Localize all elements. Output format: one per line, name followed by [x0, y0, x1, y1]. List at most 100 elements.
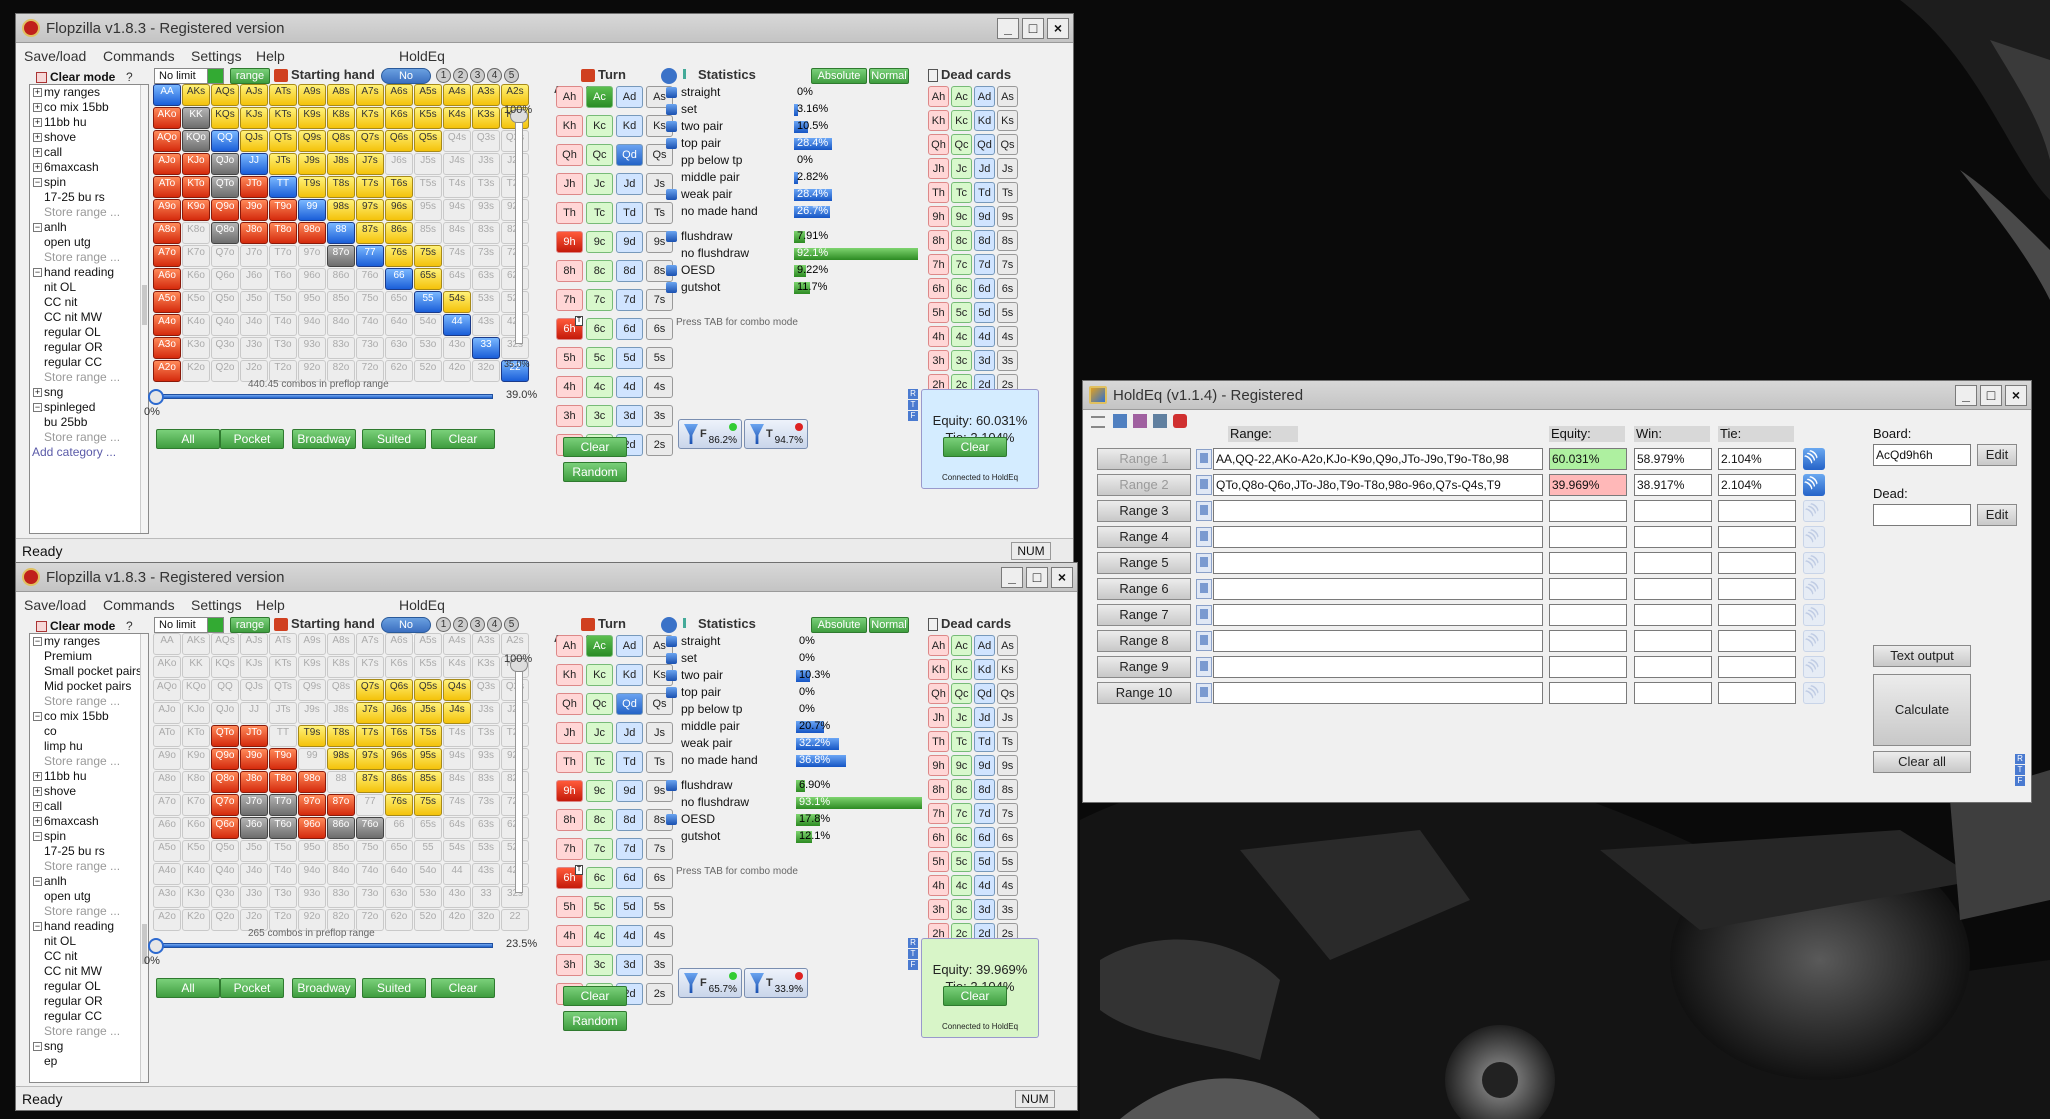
tree-category[interactable]: + call [30, 799, 148, 814]
hand-cell[interactable]: T8o [269, 771, 297, 793]
hand-cell[interactable]: 85o [327, 291, 355, 313]
hand-cell[interactable]: J6s [385, 153, 413, 175]
tree-category[interactable]: − sng [30, 1039, 148, 1054]
hand-cell[interactable]: 43s [472, 314, 500, 336]
tree-range-item[interactable]: CC nit MW [30, 964, 148, 979]
hand-cell[interactable]: Q3s [472, 679, 500, 701]
hand-cell[interactable]: 83s [472, 222, 500, 244]
range-7-button[interactable]: Range 7 [1097, 604, 1191, 626]
range-all-button[interactable]: All [156, 429, 220, 449]
range-5-editor-icon[interactable] [1196, 553, 1212, 573]
weight-level-4[interactable]: 4 [487, 617, 502, 632]
turn-card-6h[interactable]: 6h T [556, 865, 583, 889]
dead-card-7h[interactable]: 7h [928, 803, 949, 824]
turn-clear-button[interactable]: Clear [563, 986, 627, 1006]
turn-card-7h[interactable]: 7h [556, 838, 583, 860]
dead-card-Kc[interactable]: Kc [951, 659, 972, 680]
hand-cell[interactable]: JTs [269, 702, 297, 724]
title-bar[interactable]: Flopzilla v1.8.3 - Registered version _ □ × [16, 14, 1073, 43]
dead-card-Ac[interactable]: Ac [951, 635, 972, 656]
hand-cell[interactable]: Q7o [211, 245, 239, 267]
hand-cell[interactable]: 33 [472, 337, 500, 359]
expand-icon[interactable]: + [33, 88, 42, 98]
hand-cell[interactable]: KK [182, 656, 210, 678]
hand-cell[interactable]: 43o [443, 886, 471, 908]
hand-cell[interactable]: K7s [356, 656, 384, 678]
turn-card-Th[interactable]: Th [556, 751, 583, 773]
tree-category[interactable]: − spinleged [30, 400, 148, 415]
dead-card-8d[interactable]: 8d [974, 230, 995, 251]
dead-card-6d[interactable]: 6d [974, 278, 995, 299]
dead-card-3c[interactable]: 3c [951, 350, 972, 371]
expand-icon[interactable]: + [33, 103, 42, 113]
range-6-input[interactable] [1213, 578, 1543, 600]
turn-card-Ad[interactable]: Ad [616, 635, 643, 657]
range-8-input[interactable] [1213, 630, 1543, 652]
tree-range-item[interactable]: CC nit MW [30, 310, 148, 325]
stat-row[interactable]: set [666, 103, 697, 116]
turn-card-Kc[interactable]: Kc [586, 115, 613, 137]
range-pocket-button[interactable]: Pocket [220, 978, 284, 998]
hand-cell[interactable]: 63s [472, 817, 500, 839]
turn-card-5s[interactable]: 5s [646, 896, 673, 918]
store-range-item[interactable]: Store range ... [30, 1024, 148, 1039]
hand-cell[interactable]: QTo [211, 725, 239, 747]
hand-cell[interactable]: Q4o [211, 863, 239, 885]
turn-card-8c[interactable]: 8c [586, 260, 613, 282]
turn-card-Tc[interactable]: Tc [586, 202, 613, 224]
range-7-input[interactable] [1213, 604, 1543, 626]
stat-row[interactable]: OESD [666, 813, 715, 826]
hand-cell[interactable]: A8o [153, 222, 181, 244]
turn-card-grid[interactable]: Ah Ac Kh Kc Qh Qc Jh Jc Th Tc 9h 9c 8h 8c 7h 7c 6h T 6c 5h 5… [556, 635, 613, 1005]
hand-cell[interactable]: 65s [414, 817, 442, 839]
range-2-editor-icon[interactable] [1196, 475, 1212, 495]
dead-card-9c[interactable]: 9c [951, 755, 972, 776]
menu-lines-icon[interactable] [1091, 416, 1105, 428]
hand-cell[interactable]: 87o [327, 794, 355, 816]
turn-card-5h[interactable]: 5h [556, 896, 583, 918]
hand-cell[interactable]: 32o [472, 909, 500, 931]
stat-row[interactable]: gutshot [666, 281, 720, 294]
hand-cell[interactable]: A6o [153, 268, 181, 290]
hand-cell[interactable]: Q5o [211, 840, 239, 862]
dead-card-Kh[interactable]: Kh [928, 110, 949, 131]
hand-cell[interactable]: 97s [356, 748, 384, 770]
filter-icon[interactable] [666, 138, 677, 150]
filter-icon[interactable] [666, 780, 677, 792]
filter-icon[interactable] [666, 87, 677, 99]
hand-cell[interactable]: J3o [240, 337, 268, 359]
hand-cell[interactable]: 87s [356, 222, 384, 244]
dead-card-7c[interactable]: 7c [951, 254, 972, 275]
range-3-button[interactable]: Range 3 [1097, 500, 1191, 522]
hand-cell[interactable]: T3o [269, 886, 297, 908]
hand-cell[interactable]: A4s [443, 633, 471, 655]
range-6-button[interactable]: Range 6 [1097, 578, 1191, 600]
hand-cell[interactable]: T5o [269, 840, 297, 862]
dead-card-Tc[interactable]: Tc [951, 182, 972, 203]
hand-cell[interactable]: 64s [443, 268, 471, 290]
hand-cell[interactable]: 76o [356, 817, 384, 839]
dead-card-Ah[interactable]: Ah [928, 86, 949, 107]
range-1-connect-icon[interactable] [1803, 448, 1825, 470]
hand-cell[interactable]: Q3o [211, 886, 239, 908]
hand-cell[interactable]: A5s [414, 633, 442, 655]
dead-card-As[interactable]: As [997, 86, 1018, 107]
hand-cell[interactable]: T7o [269, 794, 297, 816]
hand-cell[interactable]: 84s [443, 222, 471, 244]
hand-cell[interactable]: K4s [443, 107, 471, 129]
hand-cell[interactable]: 75o [356, 840, 384, 862]
hand-cell[interactable]: 85s [414, 222, 442, 244]
clear-all-button[interactable]: Clear all [1873, 751, 1971, 773]
turn-random-button[interactable]: Random [563, 1011, 627, 1031]
turn-card-3h[interactable]: 3h [556, 405, 583, 427]
tree-category[interactable]: − my ranges [30, 634, 148, 649]
turn-card-8c[interactable]: 8c [586, 809, 613, 831]
hand-cell[interactable]: Q4o [211, 314, 239, 336]
dead-card-7d[interactable]: 7d [974, 803, 995, 824]
dead-card-Jc[interactable]: Jc [951, 707, 972, 728]
preflop-hand-grid[interactable]: AA AKs AQs AJs ATs A9s A8s A7s A6s A5s A4s A3s A2s AK… [153, 633, 529, 931]
preflop-hand-grid[interactable]: AA AKs AQs AJs ATs A9s A8s A7s A6s A5s A4s A3s A2s AK… [153, 84, 529, 382]
hand-cell[interactable]: K6s [385, 107, 413, 129]
turn-card-Ah[interactable]: Ah [556, 86, 583, 108]
store-range-item[interactable]: Store range ... [30, 430, 148, 445]
